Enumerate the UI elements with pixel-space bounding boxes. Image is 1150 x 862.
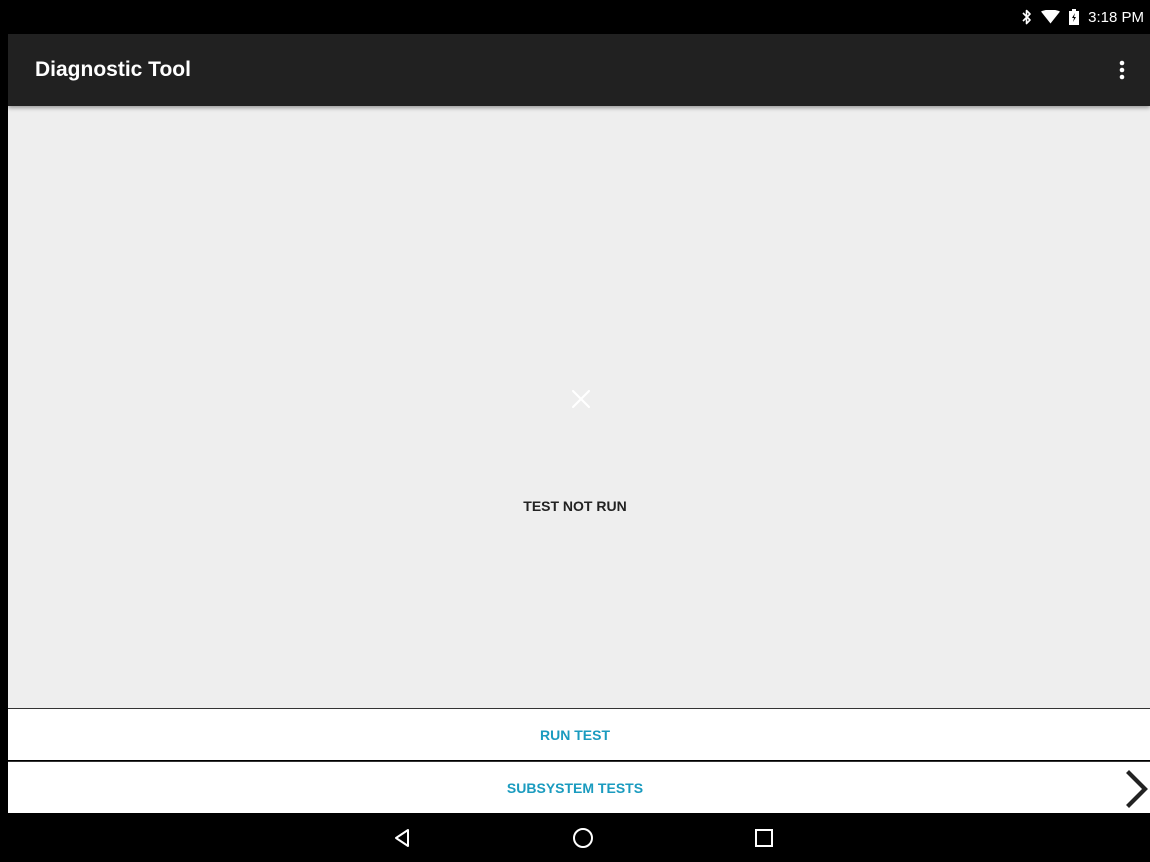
close-icon (571, 389, 591, 409)
run-test-button[interactable]: RUN TEST (8, 708, 1150, 760)
run-test-label: RUN TEST (540, 727, 610, 743)
test-status-text: TEST NOT RUN (523, 498, 627, 514)
status-time: 3:18 PM (1088, 8, 1144, 26)
navigation-bar (0, 814, 1150, 862)
test-result-panel: TEST NOT RUN (8, 106, 1150, 708)
chevron-right-icon (1124, 770, 1150, 808)
recents-icon[interactable] (740, 814, 788, 862)
subsystem-tests-button[interactable]: SUBSYSTEM TESTS (8, 761, 1150, 813)
bluetooth-icon (1022, 9, 1032, 25)
more-vert-icon[interactable] (1108, 56, 1136, 84)
status-bar: 3:18 PM (0, 0, 1150, 34)
back-icon[interactable] (378, 814, 426, 862)
battery-charging-icon (1069, 9, 1080, 25)
app-title: Diagnostic Tool (35, 58, 191, 81)
home-icon[interactable] (559, 814, 607, 862)
status-icons: 3:18 PM (1022, 0, 1144, 34)
wifi-icon (1041, 10, 1061, 24)
subsystem-tests-label: SUBSYSTEM TESTS (506, 780, 644, 796)
app-bar: Diagnostic Tool (8, 34, 1150, 106)
